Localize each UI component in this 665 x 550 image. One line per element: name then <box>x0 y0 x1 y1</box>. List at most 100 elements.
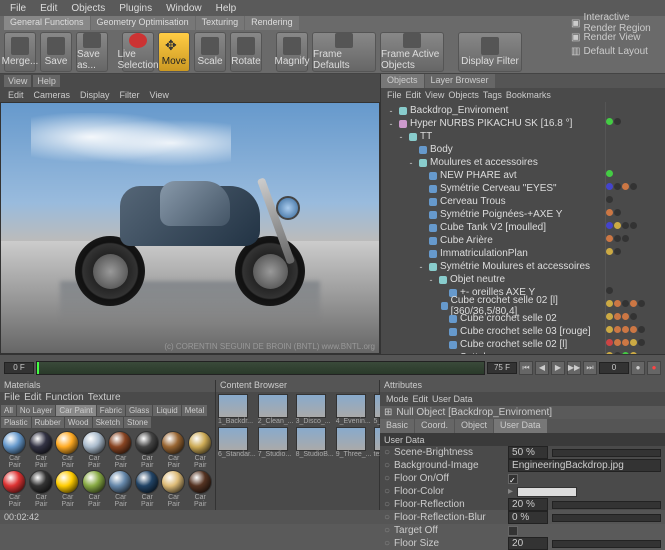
tool-frame-active[interactable]: Frame Active Objects <box>380 32 444 72</box>
tag-icon[interactable] <box>614 339 621 346</box>
tree-toggle-icon[interactable] <box>416 197 426 207</box>
attr-tab-basic[interactable]: Basic <box>380 419 414 433</box>
attr-tab-object[interactable]: Object <box>455 419 493 433</box>
obj-menu-view[interactable]: View <box>425 90 444 100</box>
tool-scale[interactable]: Scale <box>194 32 226 72</box>
attr-menu-userdata[interactable]: User Data <box>432 394 473 404</box>
material-tab[interactable]: Liquid <box>153 405 180 416</box>
material-swatch[interactable]: Car Pair <box>188 431 214 469</box>
vp-menu-edit[interactable]: Edit <box>4 89 28 101</box>
tree-toggle-icon[interactable] <box>436 327 446 337</box>
tag-row[interactable] <box>606 258 665 271</box>
tag-row[interactable] <box>606 271 665 284</box>
content-item[interactable]: 1_Backdr... <box>218 394 256 425</box>
material-tab[interactable]: Glass <box>126 405 152 416</box>
tree-item[interactable]: -Symétrie Moulures et accessoires <box>383 260 603 273</box>
tag-row[interactable] <box>606 128 665 141</box>
obj-menu-edit[interactable]: Edit <box>406 90 422 100</box>
tag-icon[interactable] <box>622 326 629 333</box>
tree-item[interactable]: Symétrie Poignées-+AXE Y <box>383 208 603 221</box>
menu-window[interactable]: Window <box>160 1 208 16</box>
material-swatch[interactable]: Car Pair <box>55 470 81 508</box>
slider[interactable] <box>552 514 661 522</box>
content-item[interactable]: 2_Clean_... <box>258 394 294 425</box>
tag-icon[interactable] <box>622 235 629 242</box>
material-tab[interactable]: Plastic <box>1 417 31 428</box>
tag-icon[interactable] <box>622 222 629 229</box>
tree-item[interactable]: Cube crochet selle 02 [l] [360/36,5/80,4… <box>383 299 603 312</box>
tag-icon[interactable] <box>614 326 621 333</box>
expand-icon[interactable]: ▸ <box>508 486 513 497</box>
tag-icon[interactable] <box>630 183 637 190</box>
tag-icon[interactable] <box>614 248 621 255</box>
content-item[interactable]: 4_Evenin... <box>336 394 372 425</box>
tree-item[interactable]: ImmatriculationPlan <box>383 247 603 260</box>
material-tab[interactable]: Fabric <box>97 405 125 416</box>
tag-icon[interactable] <box>622 352 629 354</box>
menu-plugins[interactable]: Plugins <box>113 1 158 16</box>
tag-icon[interactable] <box>606 313 613 320</box>
material-tab[interactable]: Car Paint <box>56 405 95 416</box>
tag-icon[interactable] <box>630 339 637 346</box>
material-swatch[interactable]: Car Pair <box>188 470 214 508</box>
material-swatch[interactable]: Car Pair <box>108 470 134 508</box>
tag-icon[interactable] <box>614 352 621 354</box>
tool-magnify[interactable]: Magnify <box>276 32 308 72</box>
tab-texturing[interactable]: Texturing <box>196 16 245 30</box>
timeline-track[interactable] <box>36 361 485 375</box>
tag-row[interactable] <box>606 232 665 245</box>
btn-next[interactable]: ▶▶ <box>567 361 581 375</box>
vp-menu-view[interactable]: View <box>146 89 173 101</box>
slider[interactable] <box>552 449 661 457</box>
material-tab[interactable]: Wood <box>65 417 92 428</box>
content-item[interactable]: 7_Studio... <box>258 427 294 458</box>
tab-geometry[interactable]: Geometry Optimisation <box>91 16 195 30</box>
tag-icon[interactable] <box>630 222 637 229</box>
vp-menu-display[interactable]: Display <box>76 89 114 101</box>
tag-icon[interactable] <box>630 313 637 320</box>
tree-toggle-icon[interactable] <box>436 340 446 350</box>
menu-edit[interactable]: Edit <box>34 1 63 16</box>
material-swatch[interactable]: Car Pair <box>108 431 134 469</box>
menu-help[interactable]: Help <box>210 1 243 16</box>
mat-menu-file[interactable]: File <box>4 392 20 404</box>
attr-menu-mode[interactable]: Mode <box>386 394 409 404</box>
tree-toggle-icon[interactable] <box>416 184 426 194</box>
btn-last[interactable]: ⏭ <box>583 361 597 375</box>
tag-row[interactable] <box>606 206 665 219</box>
attr-value[interactable]: 20 <box>508 537 548 550</box>
checkbox[interactable] <box>508 474 518 484</box>
tag-icon[interactable] <box>606 326 613 333</box>
tree-item[interactable]: -Hyper NURBS PIKACHU SK [16.8 °] <box>383 117 603 130</box>
tag-row[interactable] <box>606 180 665 193</box>
tag-row[interactable] <box>606 154 665 167</box>
content-item[interactable]: 6_Standar... <box>218 427 256 458</box>
menu-objects[interactable]: Objects <box>65 1 111 16</box>
material-swatch[interactable]: Car Pair <box>29 431 55 469</box>
btn-play[interactable]: ▶ <box>551 361 565 375</box>
color-swatch[interactable] <box>517 487 577 497</box>
tree-toggle-icon[interactable]: - <box>386 106 396 116</box>
material-tab[interactable]: Metal <box>182 405 208 416</box>
obj-menu-objects[interactable]: Objects <box>448 90 479 100</box>
tag-row[interactable] <box>606 245 665 258</box>
slider[interactable] <box>552 540 661 548</box>
attr-tab-userdata[interactable]: User Data <box>494 419 547 433</box>
tool-live-selection[interactable]: Live Selection <box>122 32 154 72</box>
tab-rendering[interactable]: Rendering <box>245 16 299 30</box>
tag-row[interactable] <box>606 336 665 349</box>
mat-menu-edit[interactable]: Edit <box>24 392 41 404</box>
tool-frame-defaults[interactable]: Frame Defaults <box>312 32 376 72</box>
menu-file[interactable]: File <box>4 1 32 16</box>
attr-value[interactable]: 20 % <box>508 498 548 511</box>
tree-toggle-icon[interactable] <box>416 210 426 220</box>
material-tab[interactable]: All <box>1 405 16 416</box>
vp-menu-cameras[interactable]: Cameras <box>30 89 75 101</box>
tag-icon[interactable] <box>606 352 613 354</box>
tag-icon[interactable] <box>622 183 629 190</box>
tag-row[interactable] <box>606 219 665 232</box>
tree-toggle-icon[interactable]: - <box>406 158 416 168</box>
attr-value[interactable]: EngineeringBackdrop.jpg <box>508 459 661 472</box>
tool-merge[interactable]: Merge... <box>4 32 36 72</box>
tree-item[interactable]: -Moulures et accessoires <box>383 156 603 169</box>
